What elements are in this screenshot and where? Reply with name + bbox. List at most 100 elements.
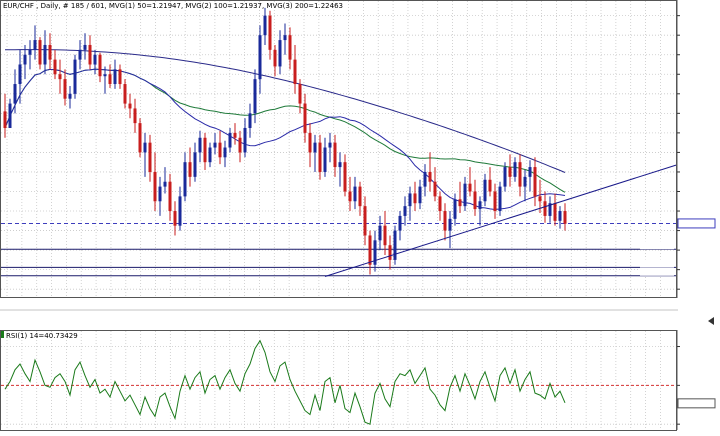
- candle-body: [278, 40, 282, 67]
- rsi-pane[interactable]: RSI(1) 14=40.73429: [0, 330, 677, 431]
- candle-body: [408, 193, 412, 207]
- candle-body: [68, 93, 72, 99]
- candle-body: [23, 54, 27, 65]
- level-badge-box: [640, 267, 674, 276]
- candle: [393, 225, 397, 265]
- candle-body: [468, 183, 472, 192]
- candle-body: [138, 123, 142, 153]
- candle-body: [318, 142, 322, 172]
- candle-body: [218, 142, 222, 158]
- candle-body: [483, 179, 487, 202]
- candle-body: [98, 54, 102, 77]
- candle-body: [213, 142, 217, 148]
- candle-body: [208, 147, 212, 163]
- candle-body: [188, 162, 192, 177]
- candle-body: [273, 49, 277, 67]
- candle-body: [168, 181, 172, 212]
- level-badge: [640, 267, 674, 276]
- candle-body: [463, 183, 467, 207]
- date-axis[interactable]: [0, 298, 714, 330]
- candle-body: [193, 152, 197, 177]
- candle-body: [58, 74, 62, 80]
- candle-body: [13, 84, 17, 104]
- current-price-badge-box: [677, 218, 716, 229]
- candle-body: [363, 206, 367, 236]
- candle-body: [8, 103, 12, 128]
- candle-body: [238, 137, 242, 153]
- candle-body: [173, 211, 177, 226]
- candle-body: [133, 108, 137, 124]
- candle-body: [18, 64, 22, 85]
- candle-body: [88, 44, 92, 65]
- main-header: EUR/CHF , Daily, # 185 / 601, MVG(1) 50=…: [3, 2, 343, 10]
- candle-body: [558, 211, 562, 221]
- candle-body: [113, 69, 117, 85]
- candle-body: [448, 218, 452, 231]
- candle-body: [148, 142, 152, 172]
- candle-body: [553, 203, 557, 221]
- candle-body: [38, 40, 42, 65]
- candle-body: [203, 137, 207, 163]
- candle-body: [178, 196, 182, 226]
- candle-body: [533, 167, 537, 197]
- candle-body: [258, 35, 262, 80]
- candle: [73, 54, 77, 99]
- candle-body: [383, 225, 387, 246]
- candle-body: [493, 191, 497, 212]
- candle-body: [253, 79, 257, 114]
- candle-body: [478, 201, 482, 210]
- candle-body: [328, 142, 332, 148]
- candle-body: [243, 127, 247, 153]
- rsi-plot-area: [0, 330, 677, 431]
- candle-body: [103, 74, 107, 77]
- candle-body: [248, 113, 252, 128]
- candle-body: [433, 181, 437, 197]
- candle-body: [398, 215, 402, 231]
- candle-body: [333, 142, 337, 168]
- candle-body: [503, 167, 507, 187]
- candle-body: [298, 84, 302, 104]
- candle-body: [353, 186, 357, 202]
- candle-body: [63, 79, 67, 99]
- level-badge-box: [640, 241, 674, 250]
- candle-body: [223, 147, 227, 158]
- level-badge: [640, 259, 674, 268]
- main-pane[interactable]: EUR/CHF , Daily, # 185 / 601, MVG(1) 50=…: [0, 0, 677, 298]
- candle-body: [358, 186, 362, 207]
- candle-body: [53, 59, 57, 75]
- candle-body: [378, 225, 382, 241]
- level-badge: [640, 241, 674, 250]
- candle-body: [528, 167, 532, 177]
- level-badge-box: [640, 259, 674, 268]
- candle-body: [458, 199, 462, 207]
- candle-body: [3, 111, 7, 128]
- candle-body: [308, 132, 312, 153]
- candle-body: [563, 211, 567, 224]
- candle-body: [403, 206, 407, 216]
- candle-body: [343, 162, 347, 192]
- candle-body: [73, 59, 77, 94]
- candle-body: [453, 199, 457, 219]
- rsi-color-swatch: [1, 331, 4, 338]
- candle-body: [93, 54, 97, 65]
- candle-body: [348, 191, 352, 202]
- candle-body: [43, 44, 47, 65]
- candle-body: [393, 230, 397, 260]
- candle-body: [543, 201, 547, 216]
- candle-body: [108, 74, 112, 85]
- candle-body: [163, 181, 167, 187]
- candle-body: [128, 103, 132, 109]
- candle-body: [443, 211, 447, 231]
- candle-body: [123, 84, 127, 104]
- main-plot-area: [0, 0, 677, 298]
- candle-body: [288, 35, 292, 60]
- candle-body: [228, 132, 232, 148]
- candle-body: [263, 15, 267, 36]
- candle: [498, 181, 502, 216]
- candle-body: [513, 162, 517, 177]
- candle-body: [28, 49, 32, 55]
- date-axis-band: [0, 298, 678, 330]
- current-price-badge: [677, 218, 716, 229]
- chart-window: EUR/CHF , Daily, # 185 / 601, MVG(1) 50=…: [0, 0, 720, 436]
- candle-body: [418, 186, 422, 204]
